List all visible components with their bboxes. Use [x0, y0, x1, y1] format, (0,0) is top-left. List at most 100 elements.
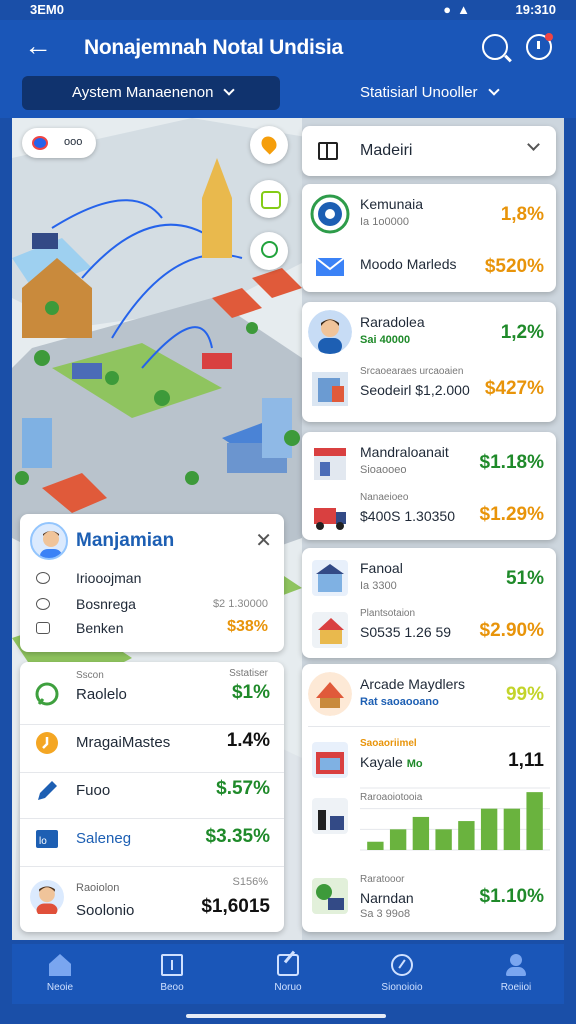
notification-icon[interactable]: [526, 33, 553, 60]
status-time: 19:310: [515, 2, 556, 17]
profile-card: Manjamian ✕ Iriooojman Bosnrega $2 1.300…: [20, 514, 284, 652]
item-subtitle: Rat saoaooano: [360, 696, 439, 708]
item-value: $427%: [484, 378, 544, 399]
search-icon[interactable]: [482, 34, 508, 60]
item-value: $1.29%: [479, 504, 544, 525]
page-title: Nonajemnah Notal Undisia: [84, 36, 343, 59]
bottom-nav: Neoie Beoo Noruo Sionoioio Roeiioi: [12, 944, 564, 1004]
item-title-text: Kayale: [360, 754, 403, 770]
map-pin-button[interactable]: [250, 126, 288, 164]
nav-label: Noruo: [274, 982, 302, 993]
nav-item-documents[interactable]: Beoo: [124, 950, 220, 1000]
item-title: Kemunaia: [360, 196, 424, 212]
item-title: S0535 1.26 59: [360, 624, 452, 640]
chevron-down-icon: [487, 84, 500, 96]
list-item[interactable]: lo Saleneg $3.35%: [20, 816, 284, 864]
list-item[interactable]: MragaiMastes 1.4%: [20, 720, 284, 768]
list-item[interactable]: Mandraloanait Sioaooeo $1.18%: [302, 436, 556, 494]
nav-item-statistics[interactable]: Sionoioio: [354, 950, 450, 1000]
chart-bar: [367, 841, 384, 850]
nav-label: Neoie: [46, 982, 74, 993]
footer-label: Soolonio: [76, 902, 135, 919]
chart-bar: [435, 829, 452, 850]
profile-line-value: $2 1.30000: [212, 598, 268, 610]
home-indicator[interactable]: [186, 1014, 386, 1018]
footer-value-top: S156%: [232, 876, 268, 888]
chart-bar: [526, 792, 543, 850]
map-layer-button[interactable]: [250, 180, 288, 218]
divider: [20, 866, 284, 867]
close-icon[interactable]: ✕: [255, 528, 272, 553]
list-item-value: 1.4%: [226, 730, 270, 751]
list-item[interactable]: Srcaoearaes urcaoaien Seodeirl $1,2.000 …: [302, 362, 556, 420]
edit-icon: [277, 954, 299, 976]
list-item[interactable]: Arcade Maydlers Rat saoaooano 99%: [302, 668, 556, 726]
item-value: 1,2%: [500, 322, 544, 343]
nav-item-edit[interactable]: Noruo: [240, 950, 336, 1000]
list-item[interactable]: Raolelo $1%: [20, 672, 284, 720]
clock-icon: [36, 732, 58, 754]
chevron-down-icon: [527, 138, 540, 151]
map-search-button[interactable]: [250, 232, 288, 270]
divider: [308, 726, 550, 727]
chevron-down-icon: [223, 84, 236, 96]
nav-item-profile[interactable]: Roeiioi: [468, 950, 564, 1000]
statistical-dropdown[interactable]: Statisiarl Unooller: [360, 84, 500, 101]
back-arrow-icon[interactable]: ←: [24, 32, 52, 60]
list-item[interactable]: Raradolea Sai 40000 1,2%: [302, 306, 556, 364]
list-item[interactable]: Fuoo $.57%: [20, 768, 284, 816]
footer-label-top: Raoiolon: [76, 882, 120, 894]
list-item[interactable]: Plantsotaion S0535 1.26 59 $2.90%: [302, 604, 556, 662]
item-value: 99%: [505, 684, 544, 705]
smile-icon: [36, 598, 50, 610]
item-value: $520%: [484, 256, 544, 277]
truck-icon: [314, 508, 346, 530]
panel-icon: [318, 142, 338, 160]
footer-value: $1,6015: [201, 896, 270, 917]
grid-icon: [36, 622, 50, 634]
list-item[interactable]: Moodo Marleds $520%: [302, 240, 556, 298]
list-item-value: $3.35%: [205, 826, 270, 847]
badge-icon: lo: [36, 830, 58, 848]
location-badge[interactable]: ooo: [22, 128, 96, 158]
list-item[interactable]: Fanoal Ia 3300 51%: [302, 552, 556, 610]
item-title: Seodeirl $1,2.000: [360, 382, 470, 398]
item-title: Mandraloanait: [360, 444, 449, 460]
app-bar: ← Nonajemnah Notal Undisia: [0, 20, 576, 76]
item-value: 1,11: [508, 750, 544, 771]
user-icon: [505, 954, 527, 976]
location-badge-text: ooo: [64, 136, 83, 148]
item-title: Narndan: [360, 890, 414, 906]
list-item[interactable]: Kemunaia Ia 1o0000 1,8%: [302, 188, 556, 246]
profile-line: Bosnrega $2 1.30000: [36, 594, 276, 616]
item-value: 1,8%: [500, 204, 544, 225]
nav-item-home[interactable]: Neoie: [12, 950, 108, 1000]
item-title-tag: Mo: [406, 758, 423, 770]
item-subtitle: Plantsotaion: [360, 608, 416, 619]
list-item[interactable]: Nanaeioeo $400S 1.30350 $1.29%: [302, 488, 556, 546]
list-item[interactable]: Raratooor Narndan Sa 3 99o8 $1.10%: [302, 870, 556, 928]
avatar: [30, 522, 68, 560]
item-value: $1.10%: [479, 886, 544, 907]
profile-line: Benken $38%: [36, 618, 276, 640]
list-item-footer[interactable]: Raoiolon Soolonio S156% $1,6015: [20, 874, 284, 930]
dropdown-label: Madeiri: [360, 142, 413, 159]
item-title: $400S 1.30350: [360, 508, 455, 524]
status-icons: ●▲: [443, 2, 476, 17]
status-carrier: 3EM0: [30, 2, 64, 17]
item-detail: Sa 3 99o8: [360, 908, 411, 920]
office-icon: [312, 742, 348, 778]
park-icon: [312, 878, 348, 914]
shield-icon: [310, 194, 350, 234]
system-management-dropdown[interactable]: Aystem Manaenenon: [22, 76, 280, 110]
landmark-icon: [308, 672, 352, 716]
shop-icon: [314, 448, 346, 480]
item-title: Raradolea: [360, 314, 425, 330]
item-value: 51%: [505, 568, 544, 589]
item-subtitle: Srcaoearaes urcaoaien: [360, 366, 464, 377]
list-item-label: MragaiMastes: [76, 734, 171, 751]
category-dropdown[interactable]: Madeiri: [302, 126, 556, 176]
chart-bar: [412, 816, 430, 850]
item-title: Kayale Mo: [360, 754, 423, 770]
document-icon: [161, 954, 183, 976]
